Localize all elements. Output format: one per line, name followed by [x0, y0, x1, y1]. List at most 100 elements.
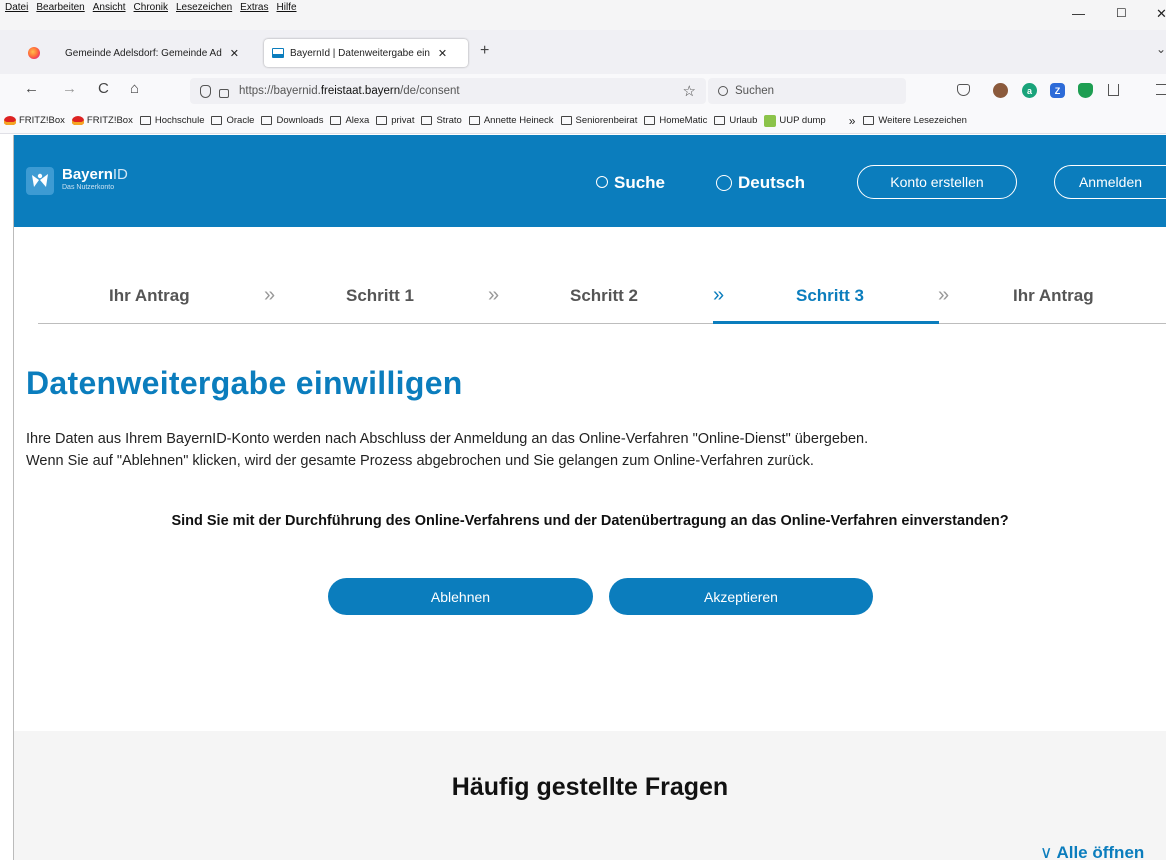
- folder-icon: [863, 116, 875, 125]
- step-ihr-antrag-end: Ihr Antrag: [1013, 286, 1094, 305]
- minimize-button[interactable]: —: [1072, 6, 1085, 21]
- bookmark-privat[interactable]: privat: [376, 115, 414, 126]
- extension-shield-icon[interactable]: [1078, 83, 1093, 98]
- bookmark-other[interactable]: Weitere Lesezeichen: [863, 115, 967, 126]
- step-separator-icon: »: [938, 284, 950, 306]
- folder-icon: [211, 116, 223, 125]
- step-separator-icon: »: [264, 284, 276, 306]
- open-all-link[interactable]: ∨ Alle öffnen: [1040, 843, 1144, 860]
- bookmark-label: Seniorenbeirat: [575, 115, 638, 126]
- accept-button[interactable]: Akzeptieren: [609, 578, 873, 615]
- step-ihr-antrag-start: Ihr Antrag: [109, 286, 190, 305]
- url-host: freistaat.bayern: [320, 85, 401, 97]
- folder-icon: [376, 116, 388, 125]
- bookmark-label: Annette Heineck: [483, 115, 554, 126]
- extension-avatar-icon[interactable]: [993, 83, 1008, 98]
- folder-icon: [560, 116, 572, 125]
- back-button[interactable]: ←: [24, 80, 39, 97]
- reject-button[interactable]: Ablehnen: [328, 578, 593, 615]
- app-menu-icon[interactable]: [1156, 84, 1166, 95]
- bookmark-label: Oracle: [226, 115, 255, 126]
- folder-icon: [421, 116, 433, 125]
- step-schritt-2: Schritt 2: [570, 286, 639, 305]
- bookmark-label: Strato: [436, 115, 462, 126]
- menu-datei[interactable]: Datei: [5, 2, 28, 13]
- reload-button[interactable]: C: [98, 80, 109, 97]
- url-bar[interactable]: https://bayernid. freistaat.bayern/de/con…: [190, 78, 706, 104]
- extension-a-icon[interactable]: a: [1022, 83, 1037, 98]
- search-icon: [596, 176, 608, 188]
- menu-lesezeichen[interactable]: Lesezeichen: [176, 2, 232, 13]
- faq-title: Häufig gestellte Fragen: [451, 773, 729, 801]
- bookmark-annette-heineck[interactable]: Annette Heineck: [468, 115, 554, 126]
- search-icon: [718, 86, 728, 96]
- pocket-icon[interactable]: [957, 84, 970, 96]
- bookmark-fritzbox-1[interactable]: FRITZ!Box: [4, 115, 65, 126]
- bookmark-homematic[interactable]: HomeMatic: [644, 115, 707, 126]
- bookmark-label: FRITZ!Box: [19, 115, 65, 126]
- uup-icon: [764, 114, 777, 127]
- bookmark-urlaub[interactable]: Urlaub: [714, 115, 757, 126]
- tab-title: BayernId | Datenweitergabe ein: [290, 47, 430, 59]
- close-tab-icon[interactable]: ✕: [438, 47, 447, 60]
- menu-extras[interactable]: Extras: [240, 2, 268, 13]
- share-icon[interactable]: [1108, 84, 1119, 96]
- login-button[interactable]: Anmelden: [1054, 165, 1166, 199]
- active-step-indicator: [713, 321, 939, 324]
- step-schritt-1: Schritt 1: [346, 286, 415, 305]
- bookmark-label: privat: [391, 115, 415, 126]
- search-input[interactable]: Suchen: [708, 78, 906, 104]
- tab-bayernid[interactable]: BayernId | Datenweitergabe ein ✕: [264, 39, 468, 67]
- intro-text: Ihre Daten aus Ihrem BayernID-Konto werd…: [26, 428, 868, 472]
- bookmark-star-icon[interactable]: ☆: [683, 82, 696, 100]
- language-label: Deutsch: [738, 173, 806, 192]
- shield-icon[interactable]: [200, 84, 211, 98]
- bookmark-seniorenbeirat[interactable]: Seniorenbeirat: [560, 115, 638, 126]
- intro-line-2: Wenn Sie auf "Ablehnen" klicken, wird de…: [26, 453, 814, 469]
- language-switch[interactable]: Deutsch: [716, 173, 805, 193]
- bookmark-hochschule[interactable]: Hochschule: [139, 115, 205, 126]
- search-placeholder: Suchen: [735, 85, 775, 97]
- extension-z-icon[interactable]: Z: [1050, 83, 1065, 98]
- header-search-link[interactable]: Suche: [596, 173, 665, 193]
- bookmark-strato[interactable]: Strato: [421, 115, 462, 126]
- menu-hilfe[interactable]: Hilfe: [277, 2, 297, 13]
- register-button[interactable]: Konto erstellen: [857, 165, 1017, 199]
- site-header: BayernID Das Nutzerkonto Suche Deutsch K…: [14, 135, 1166, 227]
- bookmark-oracle[interactable]: Oracle: [211, 115, 254, 126]
- logo-subtitle: Das Nutzerkonto: [62, 184, 115, 191]
- bookmark-uup-dump[interactable]: UUP dump: [764, 114, 826, 127]
- menu-chronik[interactable]: Chronik: [134, 2, 168, 13]
- bookmark-label: Hochschule: [154, 115, 205, 126]
- bookmark-label: Alexa: [345, 115, 370, 126]
- web-page: BayernID Das Nutzerkonto Suche Deutsch K…: [14, 135, 1166, 860]
- maximize-button[interactable]: ☐: [1116, 6, 1127, 20]
- page-title: Datenweitergabe einwilligen: [26, 365, 463, 401]
- logo-text[interactable]: BayernID Das Nutzerkonto: [62, 166, 128, 191]
- url-path: /de/consent: [400, 85, 460, 97]
- tab-gemeinde-adelsdorf[interactable]: Gemeinde Adelsdorf: Gemeinde Ad ✕: [57, 39, 257, 67]
- menu-bearbeiten[interactable]: Bearbeiten: [36, 2, 84, 13]
- tab-list-chevron-icon[interactable]: ⌄: [1156, 42, 1166, 56]
- bookmark-alexa[interactable]: Alexa: [330, 115, 369, 126]
- firefox-view-icon[interactable]: [28, 47, 40, 59]
- bookmark-fritzbox-2[interactable]: FRITZ!Box: [71, 115, 133, 126]
- chevron-down-icon: ∨: [1040, 843, 1053, 860]
- bayernid-logo-icon[interactable]: [26, 167, 54, 195]
- bookmark-downloads[interactable]: Downloads: [261, 115, 323, 126]
- step-separator-icon: »: [713, 284, 725, 306]
- forward-button[interactable]: →: [62, 80, 77, 97]
- new-tab-button[interactable]: +: [480, 42, 489, 60]
- home-button[interactable]: ⌂: [130, 80, 139, 97]
- menu-ansicht[interactable]: Ansicht: [93, 2, 126, 13]
- folder-icon: [261, 116, 273, 125]
- close-tab-icon[interactable]: ✕: [230, 47, 239, 60]
- folder-icon: [468, 116, 480, 125]
- lock-icon[interactable]: [219, 88, 229, 98]
- header-search-label: Suche: [614, 173, 666, 192]
- close-window-button[interactable]: ✕: [1156, 6, 1166, 22]
- bookmarks-overflow-button[interactable]: »: [849, 114, 856, 128]
- bookmark-label: UUP dump: [779, 115, 826, 126]
- bookmarks-toolbar: FRITZ!Box FRITZ!Box Hochschule Oracle Do…: [0, 108, 1166, 134]
- globe-icon: [716, 175, 732, 191]
